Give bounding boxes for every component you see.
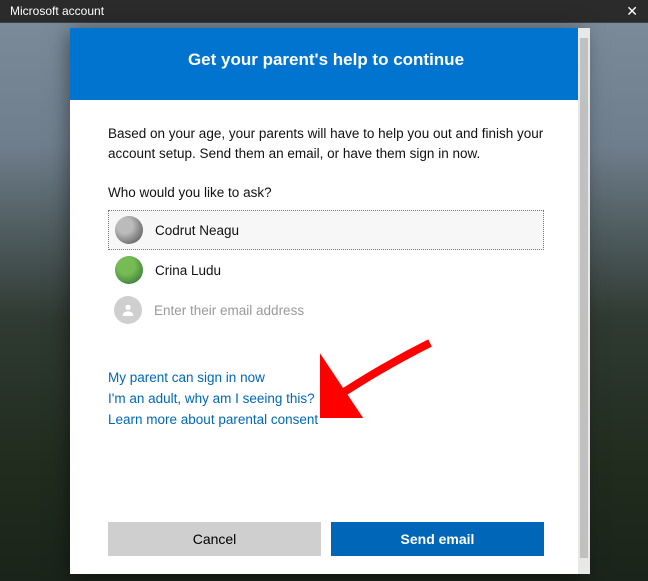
- scrollbar[interactable]: [578, 28, 590, 574]
- avatar: [115, 256, 143, 284]
- avatar: [115, 216, 143, 244]
- prompt-text: Who would you like to ask?: [108, 185, 544, 200]
- window-titlebar: Microsoft account ✕: [0, 0, 648, 22]
- parent-name: Crina Ludu: [155, 263, 221, 278]
- intro-text: Based on your age, your parents will hav…: [108, 124, 544, 163]
- parent-option[interactable]: Codrut Neagu: [108, 210, 544, 250]
- dialog-body: Based on your age, your parents will hav…: [70, 100, 582, 508]
- learn-more-link[interactable]: Learn more about parental consent: [108, 412, 544, 427]
- parent-option[interactable]: Crina Ludu: [108, 250, 544, 290]
- parent-email-input[interactable]: [154, 303, 414, 318]
- window-title: Microsoft account: [10, 4, 104, 18]
- dialog-buttons: Cancel Send email: [70, 508, 582, 574]
- dialog-title: Get your parent's help to continue: [70, 28, 582, 100]
- parent-name: Codrut Neagu: [155, 223, 239, 238]
- help-links: My parent can sign in now I'm an adult, …: [108, 370, 544, 427]
- close-icon[interactable]: ✕: [626, 4, 638, 18]
- scrollbar-thumb[interactable]: [580, 38, 588, 558]
- person-icon: [114, 296, 142, 324]
- dialog: Get your parent's help to continue Based…: [70, 28, 582, 574]
- desktop-background: Microsoft account ✕ Get your parent's he…: [0, 0, 648, 581]
- cancel-button[interactable]: Cancel: [108, 522, 321, 556]
- parent-list: Codrut Neagu Crina Ludu: [108, 210, 544, 330]
- parent-signin-link[interactable]: My parent can sign in now: [108, 370, 544, 385]
- parent-email-option[interactable]: [108, 290, 544, 330]
- send-email-button[interactable]: Send email: [331, 522, 544, 556]
- adult-link[interactable]: I'm an adult, why am I seeing this?: [108, 391, 544, 406]
